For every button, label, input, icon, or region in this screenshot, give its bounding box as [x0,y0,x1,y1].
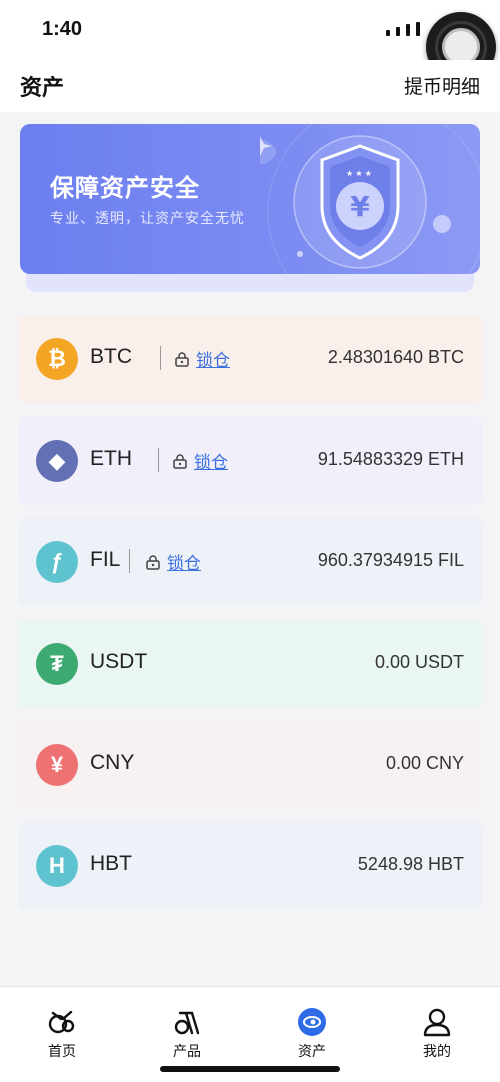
status-time: 1:40 [42,18,83,40]
lock-label[interactable]: 锁仓 [196,346,230,371]
home-icon [48,1010,75,1034]
svg-text:¥: ¥ [350,190,370,223]
lock-button[interactable]: 锁仓 [172,448,228,473]
lock-label[interactable]: 锁仓 [167,549,201,574]
bitcoin-icon: ₿ [36,338,78,380]
lock-icon [173,453,187,469]
asset-symbol: USDT [90,650,148,673]
lock-button[interactable]: 锁仓 [174,346,230,371]
signal-icon [386,22,420,36]
page-title: 资产 [20,75,65,100]
status-bar: 1:40 [0,0,500,60]
withdraw-details-link[interactable]: 提币明细 [404,72,480,99]
lock-button[interactable]: 锁仓 [145,549,201,574]
asset-symbol: BTC [90,345,132,368]
asset-card-cny[interactable]: ¥ CNY 0.00 CNY [18,721,482,809]
asset-balance: 91.54883329 ETH [317,449,464,469]
tab-assets[interactable]: 资产 [272,1007,352,1061]
asset-symbol: FIL [90,548,121,571]
assets-icon [298,1008,326,1036]
tab-label: 资产 [298,1043,326,1059]
profile-icon [423,1008,451,1037]
asset-symbol: ETH [90,447,132,470]
filecoin-icon: ƒ [36,541,78,583]
page-header: 资产 提币明细 [0,60,500,112]
tab-label: 产品 [173,1043,201,1059]
lock-icon [146,554,160,570]
banner-subtitle: 专业、透明，让资产安全无忧 [50,210,245,226]
security-banner: ¥ ★ ★ ★ 保障资产安全 专业、透明，让资产安全无忧 [20,124,480,274]
hbt-icon: H [36,845,78,887]
asset-balance: 0.00 USDT [374,652,464,672]
tab-products[interactable]: 产品 [147,1007,227,1061]
asset-card-fil[interactable]: ƒ FIL 锁仓 960.37934915 FIL [18,518,482,606]
yuan-icon: ¥ [36,744,78,786]
asset-balance: 2.48301640 BTC [327,347,464,367]
tab-label: 我的 [423,1043,451,1059]
tab-label: 首页 [48,1043,76,1059]
ethereum-icon: ◆ [36,440,78,482]
tether-icon: ₮ [36,643,78,685]
shield-icon: ¥ ★ ★ ★ [260,124,480,274]
asset-balance: 5248.98 HBT [357,854,464,874]
tab-home[interactable]: 首页 [22,1007,102,1061]
asset-card-usdt[interactable]: ₮ USDT 0.00 USDT [18,620,482,708]
divider [129,549,130,573]
product-icon [174,1011,200,1035]
asset-symbol: HBT [90,852,132,875]
lock-icon [175,351,189,367]
asset-card-eth[interactable]: ◆ ETH 锁仓 91.54883329 ETH [18,417,482,505]
asset-symbol: CNY [90,751,135,774]
tab-profile[interactable]: 我的 [397,1007,477,1061]
home-indicator [160,1066,340,1072]
banner-title: 保障资产安全 [50,175,200,202]
asset-card-btc[interactable]: ₿ BTC 锁仓 2.48301640 BTC [18,315,482,403]
asset-card-hbt[interactable]: H HBT 5248.98 HBT [18,822,482,910]
divider [158,448,159,472]
asset-balance: 0.00 CNY [385,753,464,773]
asset-balance: 960.37934915 FIL [317,550,464,570]
divider [160,346,161,370]
lock-label[interactable]: 锁仓 [194,448,228,473]
svg-text:★ ★ ★: ★ ★ ★ [346,169,372,178]
